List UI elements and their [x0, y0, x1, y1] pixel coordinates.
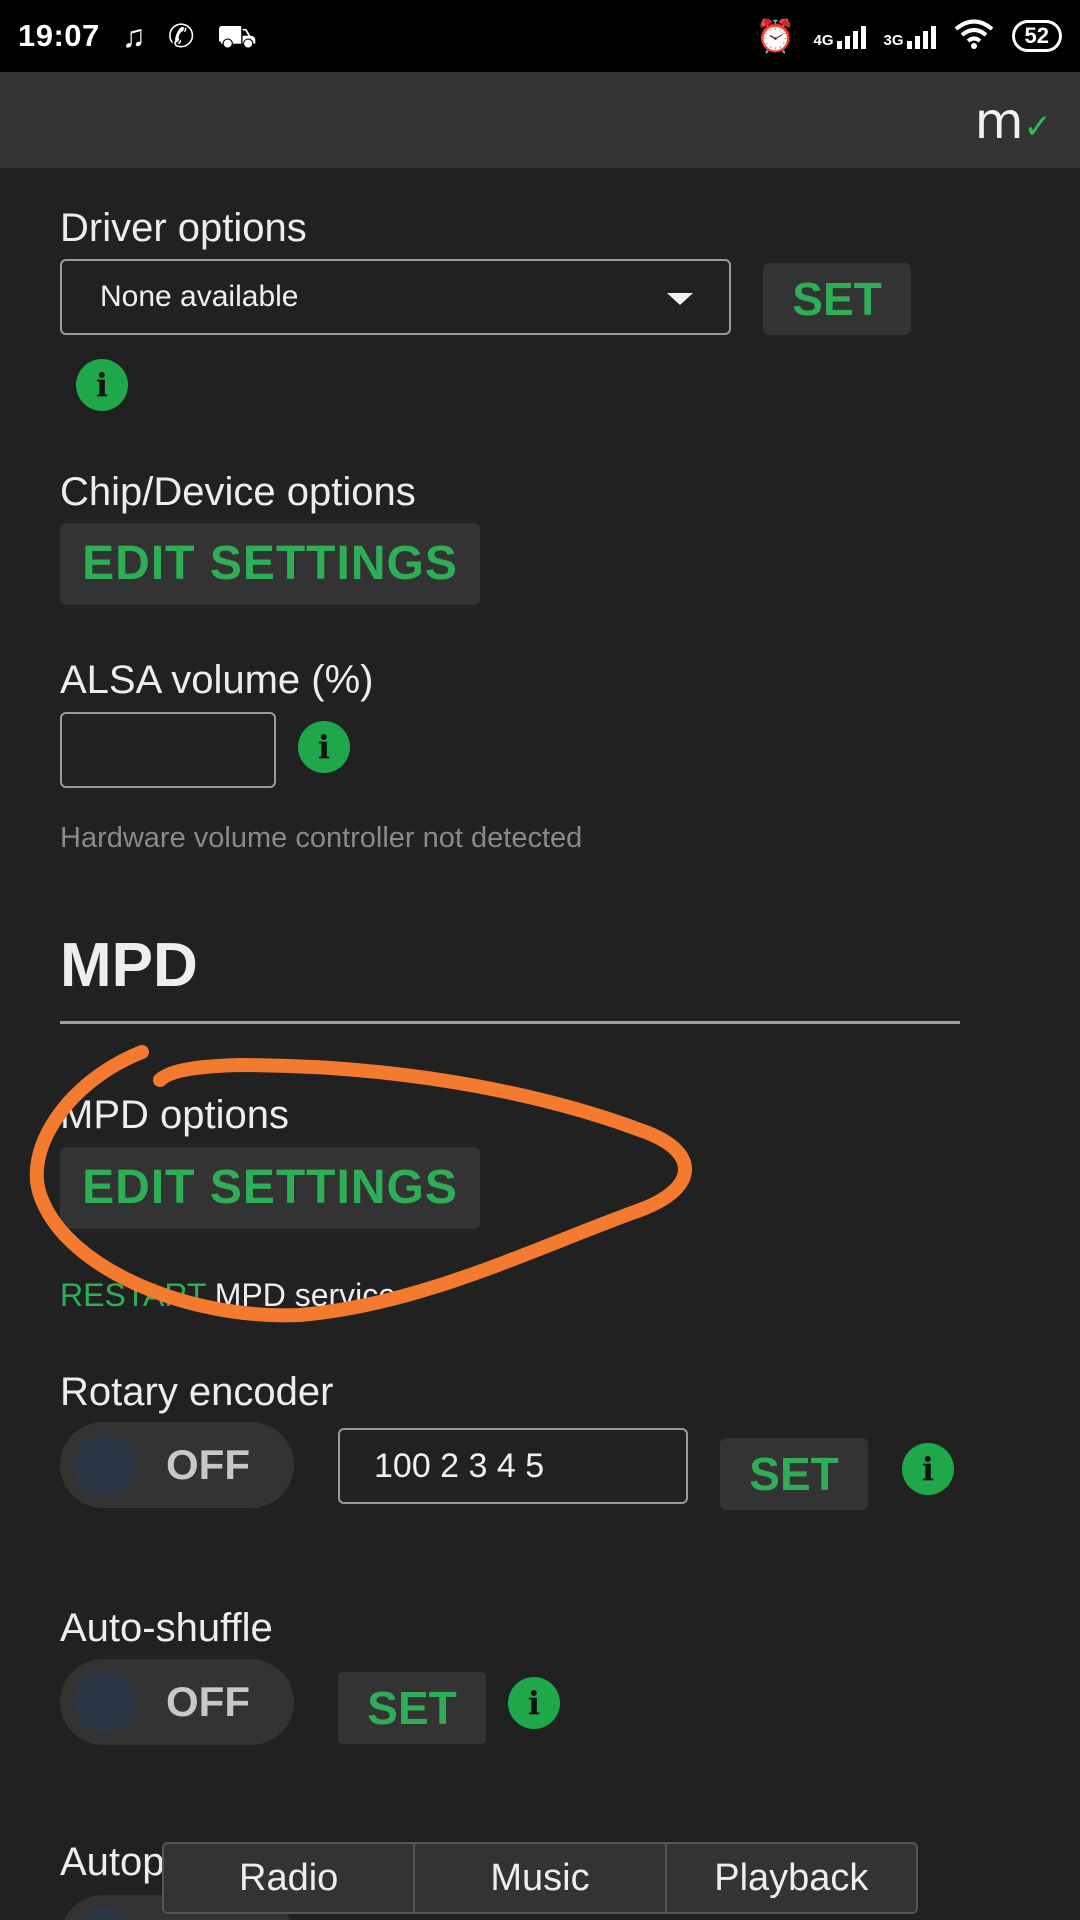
signal-4g-icon: 4G — [813, 23, 866, 49]
nav-music[interactable]: Music — [413, 1844, 665, 1912]
whatsapp-icon: ✆ — [167, 18, 195, 54]
alsa-info-icon[interactable]: i — [298, 721, 350, 773]
restart-link[interactable]: RESTART — [60, 1277, 206, 1313]
toggle-state: OFF — [166, 1678, 250, 1725]
toggle-knob — [74, 1671, 136, 1733]
battery-indicator: 52 — [1011, 20, 1062, 52]
rotary-encoder-label: Rotary encoder — [60, 1370, 334, 1414]
auto-shuffle-set-button[interactable]: SET — [338, 1672, 486, 1744]
alarm-icon: ⏰ — [755, 18, 796, 54]
driver-info-icon[interactable]: i — [76, 359, 128, 411]
music-icon: ♫ — [121, 18, 146, 54]
section-divider — [60, 1021, 960, 1024]
driver-set-button[interactable]: SET — [763, 263, 911, 335]
mpd-edit-settings-button[interactable]: EDIT SETTINGS — [60, 1147, 480, 1229]
nav-radio[interactable]: Radio — [164, 1844, 414, 1912]
signal-3g-icon: 3G — [884, 23, 936, 49]
driver-options-label: Driver options — [60, 206, 307, 250]
toggle-knob — [74, 1434, 136, 1496]
bottom-navigation: Radio Music Playback — [162, 1842, 918, 1914]
auto-shuffle-label: Auto-shuffle — [60, 1606, 273, 1650]
chip-options-label: Chip/Device options — [60, 470, 416, 514]
alsa-volume-note: Hardware volume controller not detected — [60, 822, 583, 854]
alsa-volume-input[interactable] — [60, 712, 276, 788]
checkmark-icon: ✓ — [1023, 107, 1053, 147]
car-icon: ⛟ — [216, 18, 257, 54]
restart-text: MPD service — [205, 1277, 397, 1313]
driver-options-value: None available — [100, 280, 299, 313]
restart-mpd-row: RESTART MPD service — [60, 1277, 396, 1314]
auto-shuffle-info-icon[interactable]: i — [508, 1677, 560, 1729]
rotary-encoder-input[interactable]: 100 2 3 4 5 — [338, 1428, 688, 1504]
alsa-volume-label: ALSA volume (%) — [60, 658, 374, 702]
status-bar: 19:07 ♫ ✆ ⛟ ⏰ 4G 3G 52 — [0, 0, 1080, 72]
rotary-info-icon[interactable]: i — [902, 1443, 954, 1495]
auto-shuffle-toggle[interactable]: OFF — [60, 1659, 294, 1745]
app-header: m✓ — [0, 72, 1080, 168]
chip-edit-settings-button[interactable]: EDIT SETTINGS — [60, 523, 480, 605]
status-time: 19:07 — [18, 18, 100, 53]
app-logo[interactable]: m✓ — [975, 92, 1052, 150]
toggle-state: OFF — [166, 1441, 250, 1488]
mpd-heading: MPD — [60, 931, 198, 1000]
rotary-encoder-toggle[interactable]: OFF — [60, 1422, 294, 1508]
rotary-set-button[interactable]: SET — [720, 1438, 868, 1510]
chevron-down-icon — [667, 293, 693, 305]
mpd-options-label: MPD options — [60, 1093, 289, 1137]
nav-playback[interactable]: Playback — [664, 1844, 916, 1912]
wifi-icon — [954, 18, 994, 55]
toggle-knob — [74, 1907, 136, 1920]
driver-options-select[interactable]: None available — [60, 259, 731, 335]
